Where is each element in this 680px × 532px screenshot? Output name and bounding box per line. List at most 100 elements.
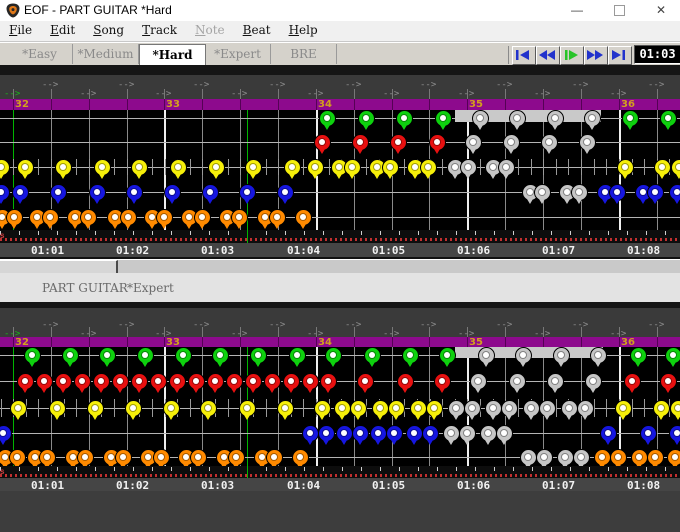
red-note[interactable] [428,133,446,154]
gray-note[interactable] [464,133,482,154]
red-note[interactable] [35,372,53,393]
green-note[interactable] [438,347,456,367]
green-note[interactable] [629,347,647,367]
gray-note[interactable] [477,347,495,367]
orange-note[interactable] [193,208,211,229]
red-note[interactable] [263,372,281,393]
gray-note[interactable] [576,399,594,420]
gray-note[interactable] [578,133,596,154]
yellow-note[interactable] [162,399,180,420]
gray-note[interactable] [546,372,564,393]
red-note[interactable] [73,372,91,393]
rewind-button[interactable] [536,46,560,65]
yellow-note[interactable] [93,158,111,179]
orange-note[interactable] [76,448,94,466]
yellow-note[interactable] [238,399,256,420]
gray-note[interactable] [556,448,574,466]
blue-note[interactable] [668,424,680,445]
red-note[interactable] [389,133,407,154]
tab-medium[interactable]: *Medium [73,44,139,64]
yellow-note[interactable] [16,158,34,179]
red-note[interactable] [623,372,641,393]
gray-note[interactable] [463,399,481,420]
blue-note[interactable] [201,183,219,204]
yellow-note[interactable] [124,399,142,420]
orange-note[interactable] [5,208,23,229]
blue-note[interactable] [421,424,439,445]
blue-note[interactable] [405,424,423,445]
red-note[interactable] [111,372,129,393]
close-button[interactable]: ✕ [642,0,680,21]
yellow-note[interactable] [86,399,104,420]
gray-note[interactable] [546,110,564,130]
green-note[interactable] [401,347,419,367]
blue-note[interactable] [11,183,29,204]
red-note[interactable] [351,133,369,154]
gray-note[interactable] [479,424,497,445]
gray-note[interactable] [570,183,588,204]
red-note[interactable] [16,372,34,393]
orange-note[interactable] [79,208,97,229]
gray-note[interactable] [442,424,460,445]
menu-song[interactable]: Song [84,21,133,37]
gray-note[interactable] [484,399,502,420]
orange-note[interactable] [593,448,611,466]
menu-edit[interactable]: Edit [41,21,84,37]
seek-scrollbar-track[interactable] [0,259,680,274]
blue-note[interactable] [88,183,106,204]
gray-note[interactable] [458,424,476,445]
yellow-note[interactable] [616,158,634,179]
blue-note[interactable] [49,183,67,204]
yellow-note[interactable] [283,158,301,179]
gray-note[interactable] [508,110,526,130]
blue-note[interactable] [385,424,403,445]
gray-note[interactable] [469,372,487,393]
yellow-note[interactable] [199,399,217,420]
gray-note[interactable] [572,448,590,466]
gray-note[interactable] [459,158,477,179]
blue-note[interactable] [668,183,680,204]
menu-beat[interactable]: Beat [234,21,280,37]
fretboard[interactable] [0,347,680,466]
yellow-note[interactable] [653,158,671,179]
gray-note[interactable] [497,158,515,179]
red-note[interactable] [225,372,243,393]
yellow-note[interactable] [670,158,680,179]
yellow-note[interactable] [381,158,399,179]
blue-note[interactable] [125,183,143,204]
gray-note[interactable] [447,399,465,420]
blue-note[interactable] [317,424,335,445]
gray-note[interactable] [508,372,526,393]
blue-note[interactable] [0,183,10,204]
green-note[interactable] [664,347,680,367]
green-note[interactable] [621,110,639,130]
menu-track[interactable]: Track [133,21,186,37]
yellow-note[interactable] [387,399,405,420]
green-note[interactable] [363,347,381,367]
gray-note[interactable] [502,133,520,154]
red-note[interactable] [319,372,337,393]
yellow-note[interactable] [409,399,427,420]
yellow-note[interactable] [169,158,187,179]
yellow-note[interactable] [425,399,443,420]
waveform-strip[interactable]: s [0,230,680,243]
yellow-note[interactable] [244,158,262,179]
gray-note[interactable] [583,110,601,130]
red-note[interactable] [301,372,319,393]
yellow-note[interactable] [349,399,367,420]
blue-note[interactable] [369,424,387,445]
red-note[interactable] [313,133,331,154]
blue-note[interactable] [163,183,181,204]
green-note[interactable] [98,347,116,367]
yellow-note[interactable] [371,399,389,420]
gray-note[interactable] [552,347,570,367]
green-note[interactable] [357,110,375,130]
tab-easy[interactable]: *Easy [7,44,73,64]
gray-note[interactable] [538,399,556,420]
green-note[interactable] [659,110,677,130]
orange-note[interactable] [630,448,648,466]
gray-note[interactable] [519,448,537,466]
green-note[interactable] [136,347,154,367]
gray-note[interactable] [514,347,532,367]
red-note[interactable] [130,372,148,393]
